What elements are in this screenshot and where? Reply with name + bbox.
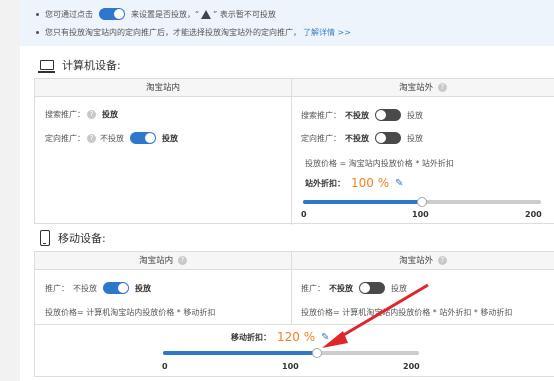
bullet [36, 31, 39, 34]
warning-icon [201, 9, 212, 19]
off-label: 不投放 [345, 110, 369, 120]
help-icon[interactable]: ? [437, 256, 447, 265]
edit-icon[interactable]: ✎ [321, 332, 329, 343]
slider-handle[interactable] [311, 348, 322, 358]
pc-outer-search-toggle[interactable] [375, 109, 401, 121]
notice-line-1: 您可通过点击 来设置是否投放，“ ” 表示暂不可投放 [36, 8, 276, 20]
discount-label: 站外折扣： [305, 178, 345, 188]
target-promo-label: 定向推广： [45, 133, 85, 143]
on-label: 投放 [407, 133, 423, 143]
formula-text: 投放价格 = 淘宝站内投放价格 * 站外折扣 [305, 159, 454, 168]
target-promo-label: 定向推广： [301, 133, 341, 143]
mobile-inner-promo-row: 推广： 不投放 投放 [45, 282, 151, 294]
notice-line-2: 您只有投放淘宝站内的定向推广后，才能选择投放淘宝站外的定向推广， 了解详情 >> [36, 27, 351, 38]
header-label: 淘宝站外 [399, 256, 434, 266]
slider-mid-label: 100 [282, 362, 299, 371]
search-promo-label: 搜索推广： [45, 110, 85, 119]
column-divider [291, 79, 292, 225]
header-label: 淘宝站内 [145, 83, 180, 93]
notice-text: 您只有投放淘宝站内的定向推广后，才能选择投放淘宝站外的定向推广， [45, 28, 301, 37]
notice-text: 您可通过点击 [45, 9, 93, 19]
formula-text: 投放价格= 计算机淘宝站内投放价格 * 移动折扣 [45, 308, 216, 317]
notice-text: 来设置是否投放，“ [131, 9, 200, 19]
settings-page: 您可通过点击 来设置是否投放，“ ” 表示暂不可投放 您只有投放淘宝站内的定向推… [20, 0, 554, 381]
mobile-discount-slider[interactable] [163, 348, 419, 358]
discount-label: 移动折扣： [231, 332, 271, 342]
pc-inner-target-row: 定向推广： ? 不投放 投放 [45, 132, 178, 144]
mobile-outer-promo-row: 推广： 不投放 投放 [301, 282, 407, 294]
section-title: 移动设备: [58, 232, 106, 245]
slider-fill [163, 351, 317, 355]
pc-section-title: 计算机设备: [38, 57, 121, 73]
phone-icon [40, 230, 50, 246]
slider-fill [303, 200, 422, 204]
header-label: 淘宝站外 [399, 83, 434, 93]
mobile-discount-row: 移动折扣： 120 % ✎ [231, 330, 330, 344]
pc-outer-formula: 投放价格 = 淘宝站内投放价格 * 站外折扣 [305, 158, 454, 169]
slider-max-label: 200 [403, 362, 420, 371]
mobile-settings-box: 淘宝站内 ? 淘宝站外 ? 推广： 不投放 投放 投放价格= 计算机淘宝站内投放… [34, 251, 554, 377]
mobile-inner-formula: 投放价格= 计算机淘宝站内投放价格 * 移动折扣 [45, 307, 215, 318]
slider-max-label: 200 [525, 210, 542, 219]
off-label: 不投放 [345, 133, 369, 143]
promo-label: 推广： [45, 283, 69, 293]
promo-label: 推广： [301, 283, 325, 293]
mobile-inner-header: 淘宝站内 ? [35, 252, 291, 270]
section-title: 计算机设备: [62, 59, 121, 72]
mobile-outer-formula: 投放价格= 计算机淘宝站内投放价格 * 站外折扣 * 移动折扣 [301, 307, 512, 318]
help-icon[interactable]: ? [87, 110, 96, 119]
pc-outer-discount-row: 站外折扣： 100 % ✎ [305, 176, 404, 190]
slider-handle[interactable] [417, 197, 427, 207]
search-promo-label: 搜索推广： [301, 110, 341, 120]
help-icon[interactable]: ? [177, 256, 187, 265]
mobile-outer-toggle[interactable] [359, 282, 385, 294]
edit-icon[interactable]: ✎ [395, 178, 403, 189]
slider-min-label: 0 [301, 210, 307, 219]
learn-more-link[interactable]: 了解详情 >> [303, 27, 351, 38]
on-label: 投放 [162, 133, 178, 143]
discount-value: 120 % [277, 330, 316, 344]
monitor-icon [38, 60, 55, 73]
pc-outer-target-row: 定向推广： 不投放 投放 [301, 132, 423, 144]
pc-inner-header: 淘宝站内 [35, 79, 291, 97]
discount-value: 100 % [351, 176, 390, 190]
bullet [36, 12, 39, 16]
formula-text: 投放价格= 计算机淘宝站内投放价格 * 站外折扣 * 移动折扣 [301, 308, 513, 317]
on-label: 投放 [135, 283, 151, 293]
mobile-outer-header: 淘宝站外 ? [291, 252, 554, 270]
off-label: 不投放 [73, 283, 97, 293]
mobile-section-title: 移动设备: [40, 230, 106, 246]
slider-min-label: 0 [162, 362, 168, 371]
search-promo-value: 投放 [102, 110, 118, 119]
help-icon[interactable]: ? [437, 83, 447, 92]
pc-inner-target-toggle[interactable] [130, 132, 156, 144]
pc-inner-search-row: 搜索推广： ? 投放 [45, 109, 118, 120]
pc-outer-target-toggle[interactable] [375, 132, 401, 144]
pc-outer-discount-slider[interactable] [303, 197, 541, 207]
pc-outer-search-row: 搜索推广： 不投放 投放 [301, 109, 423, 121]
pc-settings-box: 淘宝站内 淘宝站外 ? 搜索推广： ? 投放 定向推广： ? 不投放 投放 搜索… [34, 78, 554, 225]
slider-mid-label: 100 [412, 210, 429, 219]
pc-outer-header: 淘宝站外 ? [291, 79, 554, 97]
off-label: 不投放 [329, 283, 353, 293]
off-label: 不投放 [100, 133, 124, 143]
notice-box: 您可通过点击 来设置是否投放，“ ” 表示暂不可投放 您只有投放淘宝站内的定向推… [20, 0, 554, 46]
notice-text: ” 表示暂不可投放 [213, 9, 276, 19]
help-icon[interactable]: ? [87, 133, 96, 143]
on-label: 投放 [391, 283, 407, 293]
column-divider [291, 252, 292, 324]
example-toggle [99, 8, 125, 20]
on-label: 投放 [407, 110, 423, 120]
divider [35, 324, 554, 325]
mobile-inner-toggle[interactable] [103, 282, 129, 294]
header-label: 淘宝站内 [139, 256, 174, 266]
